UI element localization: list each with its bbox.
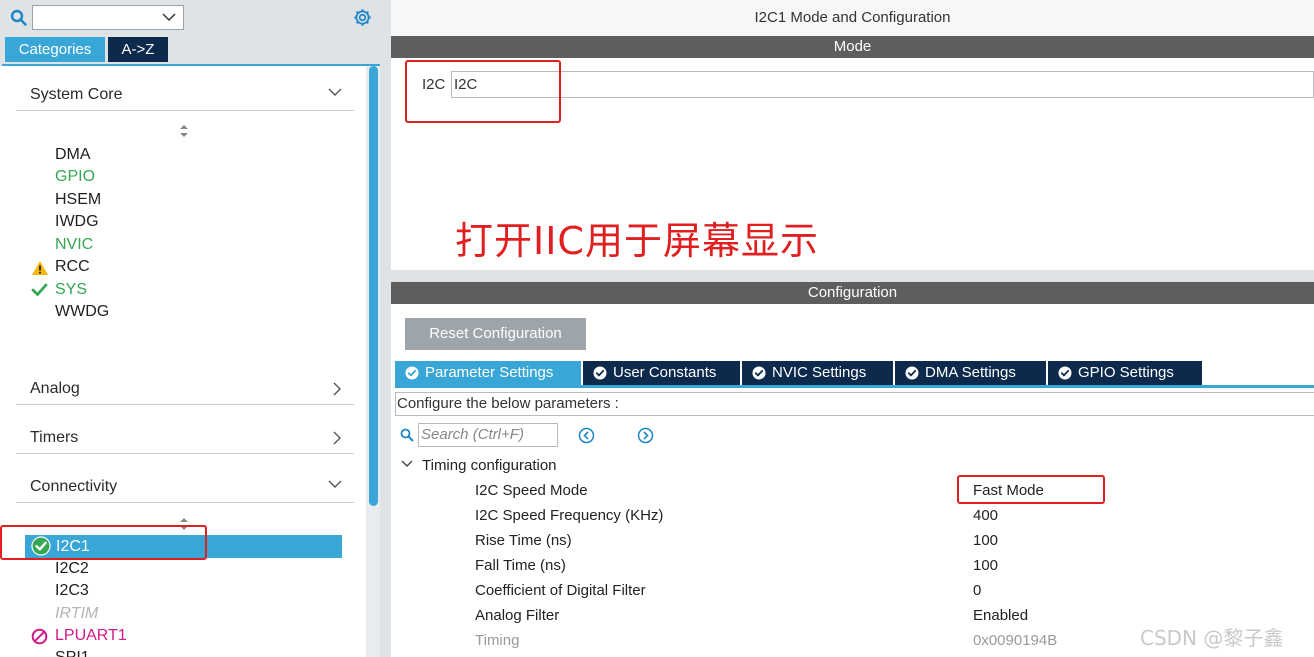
category-timers[interactable]: Timers [16, 422, 354, 454]
page-title: I2C1 Mode and Configuration [391, 0, 1314, 36]
configuration-section-header: Configuration [391, 282, 1314, 304]
list-item-gpio[interactable]: GPIO [55, 166, 95, 188]
tab-label: GPIO Settings [1078, 364, 1174, 381]
tab-user-constants[interactable]: User Constants [583, 361, 740, 385]
list-item-i2c3[interactable]: I2C3 [55, 580, 89, 602]
annotation-text: 打开IIC用于屏幕显示 [455, 219, 819, 263]
tab-a-to-z[interactable]: A->Z [108, 37, 168, 62]
previous-match-icon[interactable] [578, 427, 595, 444]
check-circle-icon [752, 366, 766, 380]
category-label: Timers [30, 429, 79, 446]
param-name: I2C Speed Mode [475, 482, 588, 499]
category-label: System Core [30, 86, 123, 103]
section-splitter[interactable] [391, 270, 1314, 282]
sort-arrows-icon[interactable] [178, 124, 190, 138]
tab-nvic-settings[interactable]: NVIC Settings [742, 361, 893, 385]
annotation-highlight-box [405, 60, 561, 123]
check-circle-icon [405, 366, 419, 380]
scrollbar-thumb[interactable] [369, 66, 378, 506]
list-item-dma[interactable]: DMA [55, 144, 91, 166]
param-name: Rise Time (ns) [475, 532, 572, 549]
category-analog[interactable]: Analog [16, 373, 354, 405]
panel-splitter[interactable] [380, 0, 391, 657]
category-label: Analog [30, 380, 80, 397]
chevron-down-icon [328, 88, 342, 97]
list-item-i2c2[interactable]: I2C2 [55, 558, 89, 580]
mode-section-header: Mode [391, 36, 1314, 58]
group-timing-configuration[interactable]: Timing configuration [422, 457, 557, 474]
param-name: Analog Filter [475, 607, 560, 624]
tab-gpio-settings[interactable]: GPIO Settings [1048, 361, 1202, 385]
reset-configuration-button[interactable]: Reset Configuration [405, 318, 586, 350]
param-value-fall-time[interactable]: 100 [973, 557, 998, 574]
category-system-core[interactable]: System Core [16, 79, 354, 111]
search-icon [400, 428, 414, 442]
annotation-highlight-box [957, 475, 1105, 504]
peripheral-search-select[interactable] [32, 5, 184, 30]
gear-icon[interactable] [352, 7, 373, 28]
param-name: Coefficient of Digital Filter [475, 582, 646, 599]
param-value-speed-frequency[interactable]: 400 [973, 507, 998, 524]
parameters-header: Configure the below parameters : [395, 392, 1314, 416]
tab-dma-settings[interactable]: DMA Settings [895, 361, 1046, 385]
list-item-iwdg[interactable]: IWDG [55, 211, 99, 233]
param-value-rise-time[interactable]: 100 [973, 532, 998, 549]
check-circle-icon [1058, 366, 1072, 380]
chevron-right-icon [333, 382, 342, 396]
chevron-down-icon [162, 13, 176, 22]
tab-categories[interactable]: Categories [5, 37, 105, 62]
list-item-irtim[interactable]: IRTIM [55, 603, 98, 625]
list-item-hsem[interactable]: HSEM [55, 189, 101, 211]
tab-label: User Constants [613, 364, 717, 381]
chevron-down-icon [328, 480, 342, 489]
list-item-spi1[interactable]: SPI1 [55, 647, 90, 657]
tab-label: Parameter Settings [425, 364, 554, 381]
chevron-right-icon [333, 431, 342, 445]
i2c-mode-select[interactable]: I2C [451, 71, 1314, 98]
list-item-lpuart1[interactable]: LPUART1 [55, 625, 127, 647]
left-panel: Categories A->Z System Core DMA GPIO HSE… [0, 0, 380, 657]
tab-label: DMA Settings [925, 364, 1016, 381]
param-value-digital-filter[interactable]: 0 [973, 582, 981, 599]
configuration-tabs: Parameter Settings User Constants NVIC S… [395, 361, 1314, 388]
list-item-rcc[interactable]: RCC [55, 256, 90, 278]
param-name: Timing [475, 632, 520, 649]
right-panel: I2C1 Mode and Configuration Mode I2C I2C… [391, 0, 1314, 657]
annotation-highlight-box [0, 525, 207, 560]
list-item-wwdg[interactable]: WWDG [55, 301, 109, 323]
warning-icon [31, 260, 49, 276]
category-connectivity[interactable]: Connectivity [16, 471, 354, 503]
check-icon [31, 282, 48, 297]
param-value-analog-filter[interactable]: Enabled [973, 607, 1028, 624]
check-circle-icon [593, 366, 607, 380]
check-circle-icon [905, 366, 919, 380]
prohibited-icon [31, 628, 48, 645]
param-value-timing: 0x0090194B [973, 632, 1058, 649]
parameter-search-input[interactable]: Search (Ctrl+F) [418, 423, 558, 447]
param-name: I2C Speed Frequency (KHz) [475, 507, 664, 524]
param-name: Fall Time (ns) [475, 557, 566, 574]
category-label: Connectivity [30, 478, 118, 495]
chevron-down-icon[interactable] [401, 460, 413, 468]
search-icon[interactable] [10, 9, 28, 27]
list-item-nvic[interactable]: NVIC [55, 234, 93, 256]
tab-parameter-settings[interactable]: Parameter Settings [395, 361, 581, 385]
tab-label: NVIC Settings [772, 364, 867, 381]
next-match-icon[interactable] [637, 427, 654, 444]
watermark: CSDN @黎子鑫 [1140, 626, 1284, 650]
list-item-sys[interactable]: SYS [55, 279, 87, 301]
